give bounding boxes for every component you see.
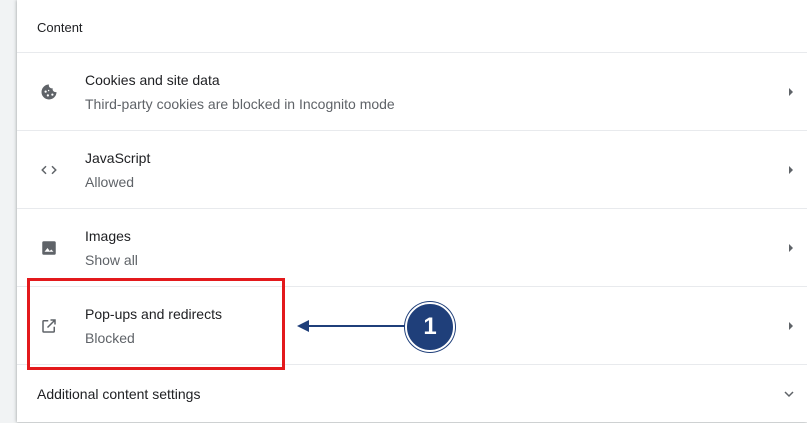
chevron-right-icon <box>789 88 793 96</box>
code-icon <box>37 158 61 182</box>
step-number-badge: 1 <box>405 302 455 352</box>
cookies-label: Cookies and site data <box>85 72 220 88</box>
section-title: Content <box>37 20 83 35</box>
callout-arrow-head <box>297 320 309 332</box>
chevron-right-icon <box>789 166 793 174</box>
images-row[interactable]: Images Show all <box>17 208 807 287</box>
javascript-label: JavaScript <box>85 150 151 166</box>
cookies-and-site-data-row[interactable]: Cookies and site data Third-party cookie… <box>17 52 807 131</box>
images-status: Show all <box>85 252 138 268</box>
image-icon <box>37 236 61 260</box>
cookies-status: Third-party cookies are blocked in Incog… <box>85 96 395 112</box>
chevron-right-icon <box>789 244 793 252</box>
highlight-box <box>27 278 285 370</box>
javascript-row[interactable]: JavaScript Allowed <box>17 130 807 209</box>
chevron-right-icon <box>789 322 793 330</box>
cookie-icon <box>37 80 61 104</box>
additional-content-settings-label: Additional content settings <box>37 386 201 402</box>
chevron-down-icon <box>783 387 795 405</box>
additional-content-settings-row[interactable]: Additional content settings <box>17 364 807 423</box>
images-label: Images <box>85 228 131 244</box>
callout-arrow-line <box>307 325 407 327</box>
javascript-status: Allowed <box>85 174 135 190</box>
